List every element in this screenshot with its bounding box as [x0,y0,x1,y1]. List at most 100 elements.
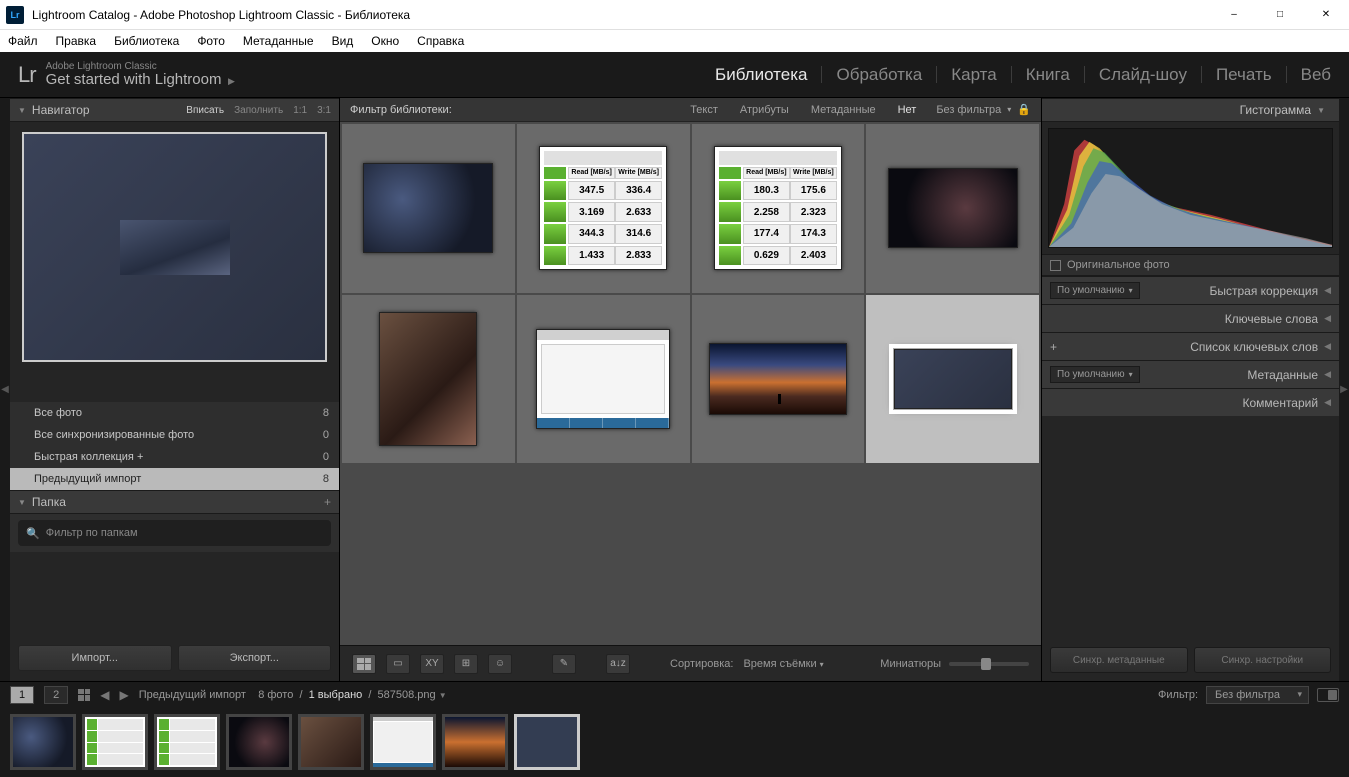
grid-cell-selected[interactable] [866,295,1039,464]
module-library[interactable]: Библиотека [701,66,822,83]
screen-2-button[interactable]: 2 [44,686,68,704]
module-book[interactable]: Книга [1012,66,1085,83]
folder-filter-input[interactable]: 🔍 Фильтр по папкам [18,520,331,546]
filter-label: Фильтр: [1158,689,1198,701]
chevron-left-icon: ◀ [1324,285,1331,296]
filmstrip-cell[interactable] [10,714,76,770]
filmstrip-cell[interactable] [298,714,364,770]
catalog-synced-photos[interactable]: Все синхронизированные фото0 [10,424,339,446]
grid-cell-empty [517,465,690,634]
add-folder-icon[interactable]: + [324,495,331,509]
keywords-header[interactable]: Ключевые слова◀ [1042,304,1339,332]
module-develop[interactable]: Обработка [822,66,937,83]
folders-header[interactable]: ▼ Папка + [10,490,339,514]
keyword-list-header[interactable]: + Список ключевых слов◀ [1042,332,1339,360]
grid-cell[interactable]: Read [MB/s]Write [MB/s] 180.3175.6 2.258… [692,124,865,293]
plus-icon[interactable]: + [1050,340,1057,354]
filmstrip-cell[interactable] [442,714,508,770]
identity-tagline[interactable]: Get started with Lightroom ▶ [46,72,235,89]
nav-back-icon[interactable]: ◀ [100,688,109,702]
thumbnail-size-label: Миниатюры [880,658,941,670]
filmstrip-cell[interactable] [82,714,148,770]
menu-photo[interactable]: Фото [197,34,225,48]
preset-select[interactable]: По умолчанию▾ [1050,282,1140,299]
filter-preset[interactable]: Без фильтра [936,104,1001,116]
left-panel-flap[interactable]: ◀ [0,98,10,681]
histogram-header[interactable]: Гистограмма ▼ [1042,98,1339,122]
grid-cell[interactable]: Read [MB/s]Write [MB/s] 347.5336.4 3.169… [517,124,690,293]
grid-view-icon[interactable] [352,654,376,674]
lock-icon[interactable]: 🔒 [1017,103,1031,116]
grid-cell[interactable] [692,295,865,464]
grid-cell[interactable] [517,295,690,464]
filmstrip-cell[interactable] [370,714,436,770]
module-web[interactable]: Веб [1287,66,1331,83]
menu-help[interactable]: Справка [417,34,464,48]
menu-library[interactable]: Библиотека [114,34,179,48]
grid-cell[interactable] [866,124,1039,293]
menu-metadata[interactable]: Метаданные [243,34,314,48]
thumbnail-image [536,329,670,429]
catalog-all-photos[interactable]: Все фото8 [10,402,339,424]
import-button[interactable]: Импорт... [18,645,172,671]
navigator-preview[interactable] [10,122,339,402]
close-button[interactable]: ✕ [1303,0,1349,30]
people-view-icon[interactable]: ☺ [488,654,512,674]
grid-icon[interactable] [78,689,90,701]
nav-1to1[interactable]: 1:1 [293,105,307,116]
filmstrip-cell-selected[interactable] [514,714,580,770]
menu-window[interactable]: Окно [371,34,399,48]
filter-none[interactable]: Нет [898,104,917,116]
menu-edit[interactable]: Правка [56,34,97,48]
quick-develop-header[interactable]: По умолчанию▾ Быстрая коррекция◀ [1042,276,1339,304]
module-map[interactable]: Карта [937,66,1012,83]
chevron-down-icon: ▼ [439,691,447,700]
module-print[interactable]: Печать [1202,66,1287,83]
thumbnail-image [363,163,493,253]
breadcrumb[interactable]: Предыдущий импорт 8 фото / 1 выбрано / 5… [139,689,447,701]
export-button[interactable]: Экспорт... [178,645,332,671]
compare-view-icon[interactable]: XY [420,654,444,674]
nav-fit[interactable]: Вписать [186,105,224,116]
screen-1-button[interactable]: 1 [10,686,34,704]
filmstrip-cell[interactable] [226,714,292,770]
survey-view-icon[interactable]: ⊞ [454,654,478,674]
filmstrip-filter-preset[interactable]: Без фильтра [1206,686,1309,704]
filter-metadata[interactable]: Метаданные [811,104,876,116]
grid-cell[interactable] [342,124,515,293]
histogram[interactable] [1048,128,1333,248]
grid-cell[interactable] [342,295,515,464]
metadata-preset-select[interactable]: По умолчанию▾ [1050,366,1140,383]
sort-value[interactable]: Время съёмки ▾ [743,658,823,670]
maximize-button[interactable]: □ [1257,0,1303,30]
filter-switch[interactable] [1317,688,1339,702]
filmstrip[interactable] [0,707,1349,777]
loupe-view-icon[interactable]: ▭ [386,654,410,674]
catalog-quick-collection[interactable]: Быстрая коллекция +0 [10,446,339,468]
filter-text[interactable]: Текст [690,104,718,116]
sort-direction-icon[interactable]: a↓z [606,654,630,674]
navigator-header[interactable]: ▼ Навигатор Вписать Заполнить 1:1 3:1 [10,98,339,122]
metadata-header[interactable]: По умолчанию▾ Метаданные◀ [1042,360,1339,388]
menu-file[interactable]: Файл [8,34,38,48]
filter-attributes[interactable]: Атрибуты [740,104,789,116]
nav-forward-icon[interactable]: ▶ [119,688,128,702]
comments-header[interactable]: Комментарий◀ [1042,388,1339,416]
sync-settings-button[interactable]: Синхр. настройки [1194,647,1332,673]
right-panel-flap[interactable]: ▶ [1339,98,1349,681]
thumbnail-size-slider[interactable] [949,662,1029,666]
minimize-button[interactable]: ‒ [1211,0,1257,30]
menu-view[interactable]: Вид [332,34,354,48]
sync-metadata-button[interactable]: Синхр. метаданные [1050,647,1188,673]
right-panel: Гистограмма ▼ Оригинальное фото По умолч… [1041,98,1339,681]
thumbnail-grid[interactable]: Read [MB/s]Write [MB/s] 347.5336.4 3.169… [340,122,1041,645]
painter-tool-icon[interactable]: ✎ [552,654,576,674]
nav-fill[interactable]: Заполнить [234,105,283,116]
module-slideshow[interactable]: Слайд-шоу [1085,66,1202,83]
original-photo-row[interactable]: Оригинальное фото [1042,254,1339,276]
catalog-previous-import[interactable]: Предыдущий импорт8 [10,468,339,490]
checkbox[interactable] [1050,260,1061,271]
nav-3to1[interactable]: 3:1 [317,105,331,116]
window-title: Lightroom Catalog - Adobe Photoshop Ligh… [32,8,1211,22]
filmstrip-cell[interactable] [154,714,220,770]
